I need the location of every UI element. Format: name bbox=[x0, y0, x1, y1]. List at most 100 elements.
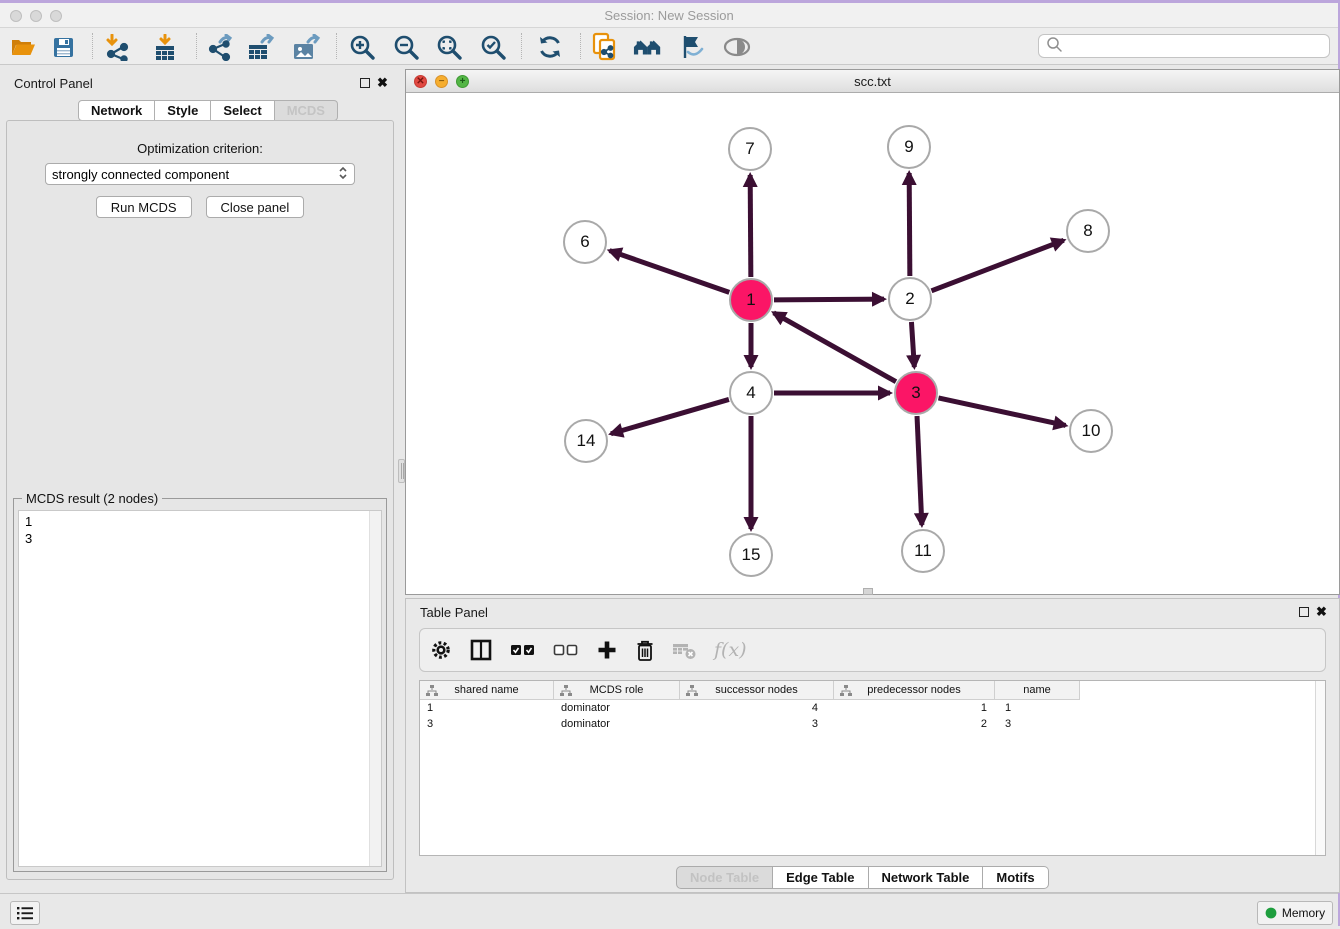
edge-2-9[interactable] bbox=[909, 173, 910, 276]
cell-shared-name[interactable]: 3 bbox=[420, 716, 554, 732]
network-canvas[interactable]: 7 9 6 8 1 2 4 3 14 10 15 11 bbox=[406, 93, 1339, 594]
graph-node-9[interactable]: 9 bbox=[887, 125, 931, 169]
float-panel-icon[interactable] bbox=[360, 78, 370, 88]
edge-1-7[interactable] bbox=[750, 175, 751, 277]
column-header-name[interactable]: name bbox=[995, 681, 1080, 700]
memory-button[interactable]: Memory bbox=[1257, 901, 1333, 925]
optimization-criterion-dropdown[interactable]: strongly connected component bbox=[45, 163, 355, 185]
table-panel: Table Panel ✖ bbox=[405, 598, 1340, 893]
search-box[interactable] bbox=[1038, 34, 1330, 58]
tab-edge-table[interactable]: Edge Table bbox=[773, 866, 868, 889]
run-mcds-button[interactable]: Run MCDS bbox=[96, 196, 192, 218]
refresh-network-icon[interactable] bbox=[535, 32, 565, 62]
float-table-panel-icon[interactable] bbox=[1299, 607, 1309, 617]
table-row[interactable]: 3dominator323 bbox=[420, 716, 1080, 732]
table-scrollbar[interactable] bbox=[1315, 681, 1325, 855]
hierarchy-icon bbox=[840, 685, 852, 696]
graph-node-8[interactable]: 8 bbox=[1066, 209, 1110, 253]
graph-node-2[interactable]: 2 bbox=[888, 277, 932, 321]
edge-1-2[interactable] bbox=[774, 299, 884, 300]
hierarchy-icon bbox=[686, 685, 698, 696]
delete-row-icon[interactable] bbox=[635, 639, 655, 662]
table-row[interactable]: 1dominator411 bbox=[420, 700, 1080, 716]
close-panel-button[interactable]: Close panel bbox=[206, 196, 305, 218]
delete-table-icon[interactable] bbox=[672, 639, 697, 661]
graph-node-1[interactable]: 1 bbox=[729, 278, 773, 322]
cell-MCDS-role[interactable]: dominator bbox=[554, 716, 680, 732]
hide-graphics-details-icon[interactable] bbox=[677, 32, 707, 62]
network-window-titlebar[interactable]: ✕ − + scc.txt bbox=[406, 70, 1339, 93]
graph-node-6[interactable]: 6 bbox=[563, 220, 607, 264]
cell-predecessor-nodes[interactable]: 2 bbox=[834, 716, 995, 732]
show-columns-icon[interactable] bbox=[469, 638, 493, 662]
column-header-successor-nodes[interactable]: successor nodes bbox=[680, 681, 834, 700]
edge-3-11[interactable] bbox=[917, 416, 922, 525]
tab-motifs[interactable]: Motifs bbox=[983, 866, 1048, 889]
graph-node-3[interactable]: 3 bbox=[894, 371, 938, 415]
toolbar-separator bbox=[92, 33, 93, 59]
tab-network-table[interactable]: Network Table bbox=[869, 866, 984, 889]
graph-node-14[interactable]: 14 bbox=[564, 419, 608, 463]
cell-predecessor-nodes[interactable]: 1 bbox=[834, 700, 995, 716]
edge-2-3[interactable] bbox=[911, 322, 914, 367]
cell-name[interactable]: 1 bbox=[995, 700, 1080, 716]
node-table[interactable]: shared nameMCDS rolesuccessor nodesprede… bbox=[419, 680, 1326, 856]
splitter-handle[interactable] bbox=[398, 459, 405, 483]
zoom-in-icon[interactable] bbox=[347, 32, 377, 62]
home-layout-icon[interactable] bbox=[633, 32, 663, 62]
tab-node-table[interactable]: Node Table bbox=[676, 866, 773, 889]
edge-4-14[interactable] bbox=[611, 399, 729, 433]
graph-node-4[interactable]: 4 bbox=[729, 371, 773, 415]
select-all-icon[interactable] bbox=[510, 643, 536, 657]
table-tabs: Node TableEdge TableNetwork TableMotifs bbox=[676, 866, 1049, 889]
network-resize-handle[interactable] bbox=[863, 588, 873, 595]
export-table-icon[interactable] bbox=[246, 32, 276, 62]
close-table-panel-icon[interactable]: ✖ bbox=[1316, 607, 1327, 617]
unselect-all-icon[interactable] bbox=[553, 643, 579, 657]
search-input[interactable] bbox=[1063, 39, 1329, 53]
column-header-MCDS-role[interactable]: MCDS role bbox=[554, 681, 680, 700]
close-panel-icon[interactable]: ✖ bbox=[377, 78, 388, 88]
import-network-icon[interactable] bbox=[102, 32, 132, 62]
table-settings-icon[interactable] bbox=[430, 639, 452, 661]
toolbar-separator bbox=[580, 33, 581, 59]
tab-style[interactable]: Style bbox=[155, 100, 211, 121]
tab-network[interactable]: Network bbox=[78, 100, 155, 121]
tab-select[interactable]: Select bbox=[211, 100, 274, 121]
graph-node-11[interactable]: 11 bbox=[901, 529, 945, 573]
edge-1-6[interactable] bbox=[610, 251, 730, 293]
table-toolbar: f(x) bbox=[419, 628, 1326, 672]
show-graphics-details-icon[interactable] bbox=[722, 32, 752, 62]
column-header-shared-name[interactable]: shared name bbox=[420, 681, 554, 700]
cell-successor-nodes[interactable]: 4 bbox=[680, 700, 834, 716]
duplicate-network-icon[interactable] bbox=[590, 32, 620, 62]
cell-successor-nodes[interactable]: 3 bbox=[680, 716, 834, 732]
graph-node-7[interactable]: 7 bbox=[728, 127, 772, 171]
show-panels-button[interactable] bbox=[10, 901, 40, 925]
export-image-icon[interactable] bbox=[291, 32, 321, 62]
column-header-predecessor-nodes[interactable]: predecessor nodes bbox=[834, 681, 995, 700]
edge-2-8[interactable] bbox=[931, 240, 1063, 291]
cell-shared-name[interactable]: 1 bbox=[420, 700, 554, 716]
hierarchy-icon bbox=[560, 685, 572, 696]
open-session-icon[interactable] bbox=[8, 32, 38, 62]
cell-MCDS-role[interactable]: dominator bbox=[554, 700, 680, 716]
export-network-icon[interactable] bbox=[205, 32, 235, 62]
edge-3-1[interactable] bbox=[774, 313, 896, 382]
window-title: Session: New Session bbox=[0, 8, 1338, 23]
graph-node-15[interactable]: 15 bbox=[729, 533, 773, 577]
graph-node-10[interactable]: 10 bbox=[1069, 409, 1113, 453]
zoom-selected-icon[interactable] bbox=[478, 32, 508, 62]
save-session-icon[interactable] bbox=[48, 32, 78, 62]
mcds-result-list[interactable]: 1 3 bbox=[18, 510, 382, 867]
function-builder-icon[interactable]: f(x) bbox=[714, 639, 747, 661]
tab-mcds[interactable]: MCDS bbox=[275, 100, 338, 121]
dropdown-value: strongly connected component bbox=[52, 167, 338, 182]
edge-3-10[interactable] bbox=[938, 398, 1065, 426]
zoom-out-icon[interactable] bbox=[391, 32, 421, 62]
import-table-icon[interactable] bbox=[150, 32, 180, 62]
result-scrollbar[interactable] bbox=[369, 511, 381, 866]
add-row-icon[interactable] bbox=[596, 639, 618, 661]
cell-name[interactable]: 3 bbox=[995, 716, 1080, 732]
zoom-fit-icon[interactable] bbox=[434, 32, 464, 62]
